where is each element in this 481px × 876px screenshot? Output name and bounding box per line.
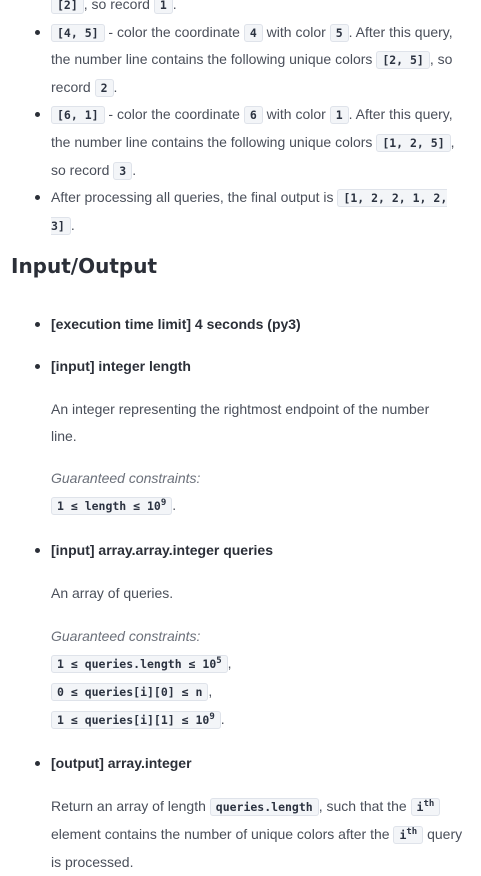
example-step: [4, 5] - color the coordinate 4 with col… [0,19,481,102]
constraint-code: 1 ≤ queries[i][1] ≤ 109 [51,711,221,730]
coord-code: 4 [243,23,263,42]
section-heading-io: Input/Output [11,254,158,279]
queries-constraint-2: 0 ≤ queries[i][0] ≤ n, [0,678,481,706]
io-input-length-desc: An integer representing the rightmost en… [51,401,430,445]
query-code: [4, 5] [51,23,105,42]
io-output-desc: Return an array of length queries.length… [51,798,463,871]
io-input-queries-title: [input] array.array.integer queries [0,537,481,580]
ith-code: ith [410,798,441,817]
io-input-queries-desc: An array of queries. [51,585,174,602]
length-code: queries.length [209,798,319,817]
problem-content: [2], so record 1. [4, 5] - color the coo… [0,0,481,876]
constraints-label: Guaranteed constraints: [51,470,201,487]
coord-code: 6 [243,106,263,125]
length-constraint: 1 ≤ length ≤ 109. [0,492,481,520]
io-output-title: [output] array.integer [0,750,481,793]
constraint-code: 0 ≤ queries[i][0] ≤ n [51,683,209,702]
colors-code: [2] [51,0,84,14]
color-code: 5 [329,23,349,42]
colors-code: [1, 2, 5] [376,133,451,152]
constraint-code: 1 ≤ queries.length ≤ 105 [51,655,228,674]
io-list: [execution time limit] 4 seconds (py3) [… [0,311,481,396]
record-code: 2 [94,78,114,97]
record-code: 1 [153,0,173,14]
partial-line: [2], so record 1. [0,0,481,19]
example-final-output: After processing all queries, the final … [0,184,481,239]
record-code: 3 [113,161,133,180]
query-code: [6, 1] [51,106,105,125]
queries-constraint-1: 1 ≤ queries.length ≤ 105, [0,650,481,678]
constraints-label: Guaranteed constraints: [51,628,201,645]
constraint-code: 1 ≤ length ≤ 109 [51,497,173,516]
io-input-length-title: [input] integer length [0,353,481,396]
example-step: [6, 1] - color the coordinate 6 with col… [0,101,481,184]
io-time-limit: [execution time limit] 4 seconds (py3) [0,311,481,353]
example-steps-list: [4, 5] - color the coordinate 4 with col… [0,19,481,240]
color-code: 1 [329,106,349,125]
ith-code: ith [393,826,424,845]
queries-constraint-3: 1 ≤ queries[i][1] ≤ 109. [0,706,481,734]
colors-code: [2, 5] [376,51,430,70]
